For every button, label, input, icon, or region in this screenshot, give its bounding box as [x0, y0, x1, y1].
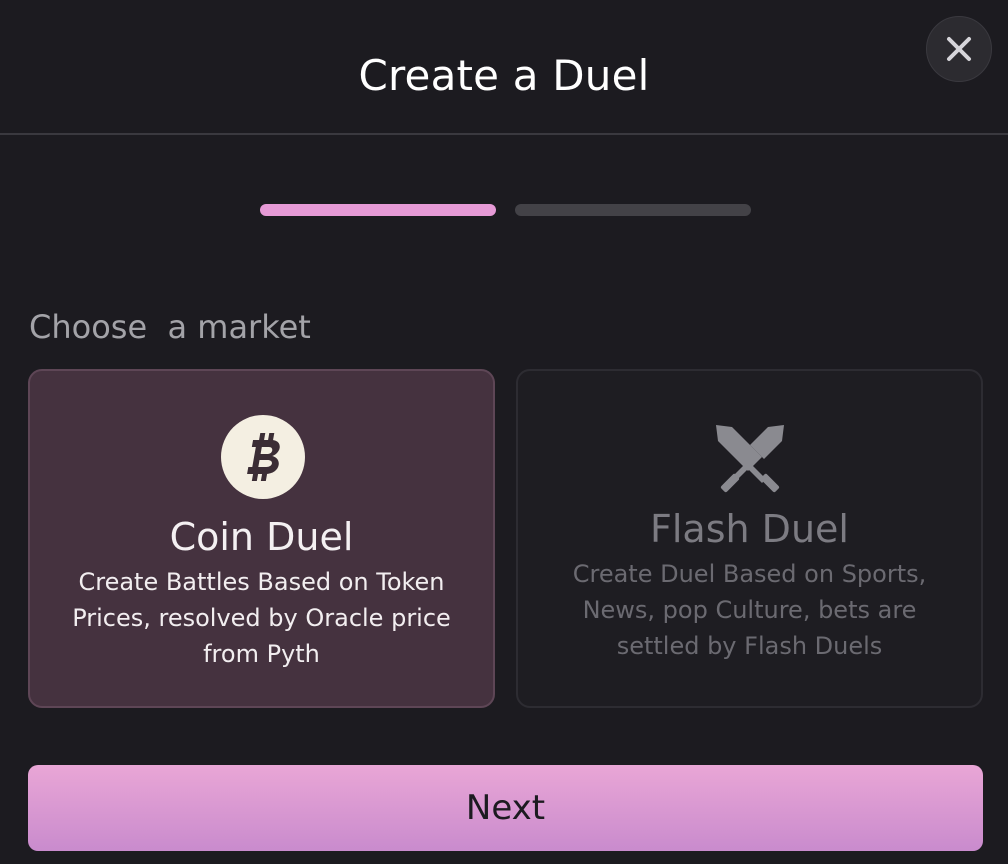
close-button[interactable]: [926, 16, 992, 82]
progress-step-1: [260, 204, 496, 216]
progress-step-2: [515, 204, 751, 216]
coin-duel-card[interactable]: Coin Duel Create Battles Based on Token …: [28, 369, 495, 708]
modal-title: Create a Duel: [358, 51, 650, 100]
coin-duel-description: Create Battles Based on Token Prices, re…: [72, 568, 451, 668]
next-button[interactable]: Next: [28, 765, 983, 851]
bitcoin-icon: [221, 415, 305, 499]
flash-duel-card[interactable]: Flash Duel Create Duel Based on Sports, …: [516, 369, 983, 708]
close-icon: [947, 37, 971, 61]
coin-duel-title: Coin Duel: [169, 515, 354, 559]
crossed-swords-icon: [714, 423, 786, 495]
create-duel-modal: Create a Duel Choose a market Coin Duel: [0, 0, 1008, 864]
flash-duel-title: Flash Duel: [650, 507, 849, 551]
modal-header: Create a Duel: [0, 0, 1008, 135]
choose-market-label: Choose a market: [29, 308, 311, 346]
flash-duel-description: Create Duel Based on Sports, News, pop C…: [572, 560, 927, 660]
